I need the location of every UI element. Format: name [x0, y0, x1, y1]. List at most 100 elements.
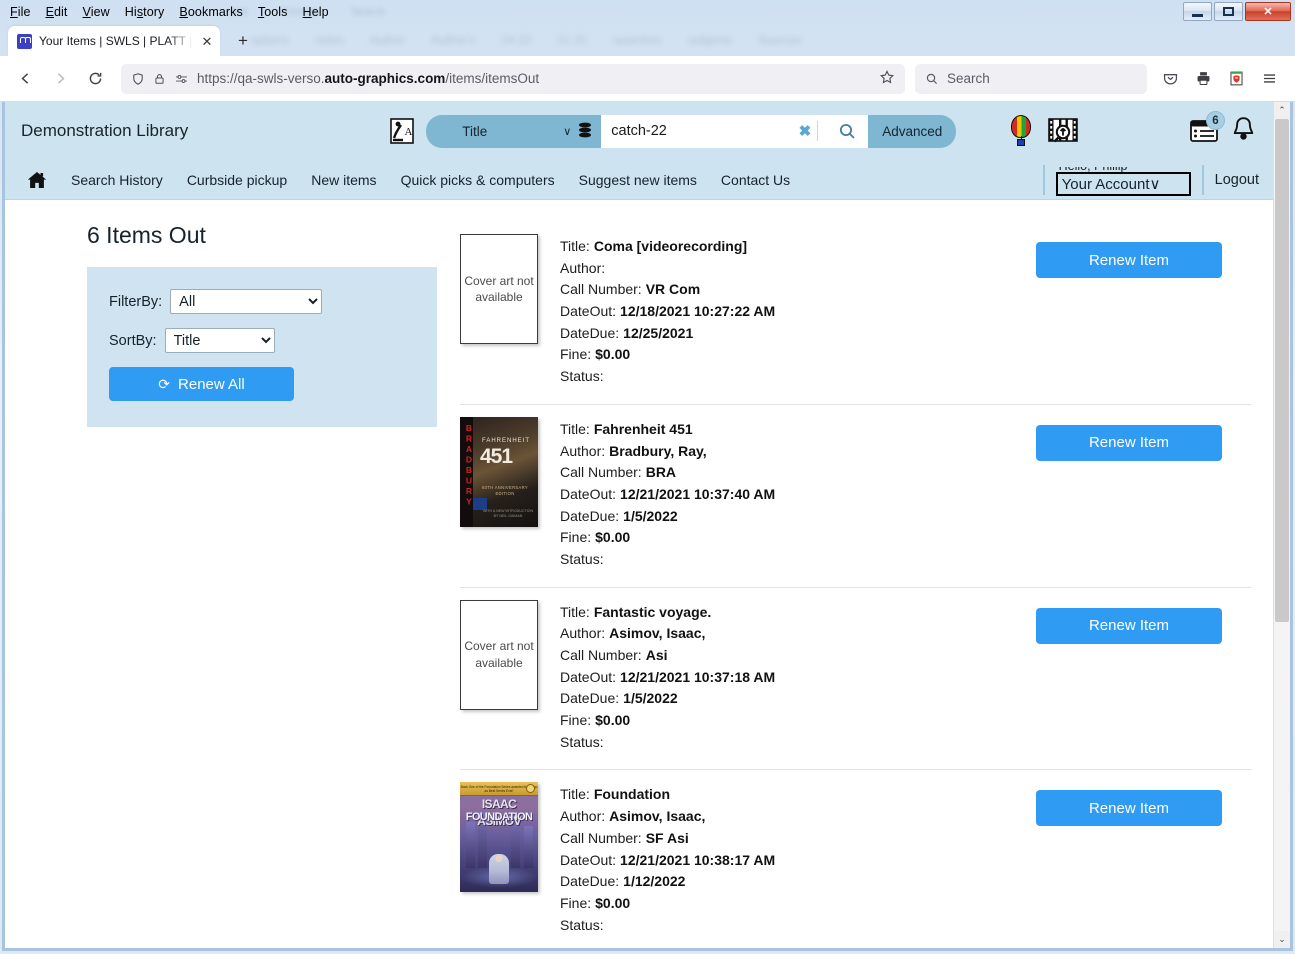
item-fine: $0.00 [595, 712, 631, 729]
item-title-row: Title: Coma [videorecording] [560, 238, 748, 254]
item-details: Title: Fahrenheit 451 Author: Bradbury, Ra… [560, 417, 1014, 571]
table-row: Book One of the Foundation Series awarde… [460, 770, 1251, 948]
library-page: Demonstration Library A Title ∨ catch-22… [5, 102, 1273, 948]
tab-close-icon[interactable]: ✕ [200, 35, 214, 48]
renew-all-button[interactable]: ⟳ Renew All [109, 367, 294, 401]
logout-link[interactable]: Logout [1215, 172, 1259, 188]
search-submit-button[interactable] [826, 114, 869, 148]
tab-strip: options notes Author Author's 24.22 21.31 sear… [0, 24, 1295, 56]
item-dateout-row: DateOut: 12/18/2021 10:27:22 AM [560, 303, 776, 320]
adblock-icon[interactable] [1221, 63, 1252, 94]
item-call-number: VR Com [645, 281, 701, 298]
site-header: Demonstration Library A Title ∨ catch-22… [5, 102, 1273, 200]
renew-all-label: Renew All [178, 375, 245, 393]
permissions-icon [176, 74, 187, 83]
scroll-down-arrow-icon[interactable]: ⌄ [1274, 931, 1290, 948]
item-author: Asimov, Isaac, [609, 625, 706, 642]
cover-placeholder: Cover art not available [460, 234, 538, 344]
hot-air-balloon-icon[interactable] [1010, 115, 1032, 147]
search-input[interactable]: catch-22 [611, 123, 792, 139]
nav-link-new-items[interactable]: New items [311, 172, 376, 188]
item-fine-row: Fine: $0.00 [560, 346, 631, 363]
notification-bell-icon[interactable] [1230, 115, 1257, 148]
item-title: Foundation [593, 786, 671, 803]
item-author-row: Author: Asimov, Isaac, [560, 625, 706, 642]
menu-bookmarks[interactable]: Bookmarks [179, 5, 242, 19]
url-bar[interactable]: https://qa-swls-verso.auto-graphics.com/… [121, 63, 905, 94]
renew-item-button[interactable]: Renew Item [1036, 424, 1222, 461]
menu-view[interactable]: View [83, 5, 110, 19]
your-account-button[interactable]: Your Account ∨ [1055, 172, 1191, 196]
item-callnumber-row: Call Number: BRA [560, 464, 677, 481]
menu-tools[interactable]: Tools [258, 5, 288, 19]
sort-by-label: SortBy: [109, 332, 157, 349]
browser-toolbar-icons [1155, 63, 1285, 94]
item-title-row: Title: Fantastic voyage. [560, 603, 712, 620]
titlebar-background-ghost: text Format Search [230, 6, 386, 18]
browser-search-box[interactable]: Search [915, 63, 1147, 94]
scrollbar-thumb[interactable] [1275, 119, 1289, 623]
item-date-due: 1/12/2022 [623, 873, 686, 890]
menu-help[interactable]: Help [303, 5, 329, 19]
tabstrip-background-ghost: options notes Author Author's 24.22 21.31 sear… [250, 33, 802, 47]
filter-by-row: FilterBy: All [109, 289, 437, 314]
cover-placeholder: Cover art not available [460, 599, 538, 710]
sort-by-select[interactable]: Title [164, 328, 275, 353]
nav-link-search-history[interactable]: Search History [71, 172, 163, 188]
forward-button[interactable] [45, 63, 76, 94]
item-date-due: 12/25/2021 [623, 324, 694, 341]
item-date-out: 12/18/2021 10:27:22 AM [620, 303, 776, 320]
back-button[interactable] [10, 63, 41, 94]
filter-by-select[interactable]: All [170, 289, 323, 314]
magnifier-icon [839, 123, 855, 139]
item-date-out: 12/21/2021 10:38:17 AM [620, 851, 776, 868]
nav-link-curbside-pickup[interactable]: Curbside pickup [187, 172, 287, 188]
chevron-down-icon: ∨ [563, 125, 572, 138]
nav-link-contact-us[interactable]: Contact Us [721, 172, 790, 188]
nav-link-suggest-new-items[interactable]: Suggest new items [579, 172, 697, 188]
item-status-row: Status: [560, 733, 604, 750]
item-datedue-row: DateDue: 1/12/2022 [560, 873, 686, 890]
reload-button[interactable] [80, 63, 111, 94]
home-icon[interactable] [27, 171, 47, 189]
renew-item-button[interactable]: Renew Item [1036, 790, 1222, 827]
site-navigation: Search History Curbside pickup New items… [5, 160, 1273, 199]
browser-navigation-bar: https://qa-swls-verso.auto-graphics.com/… [0, 56, 1295, 102]
close-window-button[interactable]: ✕ [1245, 2, 1291, 21]
chevron-down-icon: ∨ [1149, 176, 1161, 193]
clear-search-icon[interactable]: ✖ [799, 122, 812, 140]
my-lists-icon[interactable]: 6 [1190, 111, 1225, 143]
cover-image-fahrenheit-451: BRADBURY FAHRENHEIT 451 60TH ANNIVERSARY… [460, 416, 538, 527]
nav-link-quick-picks[interactable]: Quick picks & computers [401, 172, 555, 188]
menu-edit[interactable]: Edit [46, 5, 68, 19]
scroll-up-arrow-icon[interactable]: ⌃ [1274, 102, 1290, 119]
main-content: 6 Items Out FilterBy: All SortBy: Title [5, 200, 1273, 948]
page-scrollbar[interactable]: ⌃ ⌄ [1273, 102, 1290, 948]
menu-file[interactable]: File [10, 5, 31, 19]
cover-image-foundation: Book One of the Foundation Series awarde… [460, 782, 538, 893]
renew-item-button[interactable]: Renew Item [1036, 242, 1222, 278]
refresh-icon: ⟳ [158, 375, 171, 392]
hamburger-menu-icon[interactable] [1254, 63, 1285, 94]
item-author-row: Author: Asimov, Isaac, [560, 808, 706, 825]
print-icon[interactable] [1188, 63, 1219, 94]
renew-item-button[interactable]: Renew Item [1036, 607, 1222, 644]
item-date-due: 1/5/2022 [623, 690, 678, 707]
cover-sub2-text: WITH A NEW INTRODUCTION BY NEIL GAIMAN [482, 509, 534, 518]
search-input-wrapper[interactable]: catch-22 ✖ [601, 114, 827, 148]
page-title: 6 Items Out [87, 222, 206, 248]
account-menu-wrapper: Hello, Phillip Your Account ∨ [1055, 160, 1191, 199]
item-status-row: Status: [560, 916, 604, 933]
item-call-number: SF Asi [645, 829, 689, 846]
menu-history[interactable]: History [125, 5, 165, 19]
advanced-search-button[interactable]: Advanced [868, 114, 957, 148]
film-search-icon[interactable] [1048, 117, 1079, 145]
browser-tab[interactable]: Your Items | SWLS | PLATT | Aut ✕ [8, 26, 220, 56]
pocket-icon[interactable] [1155, 63, 1186, 94]
new-tab-button[interactable]: + [230, 28, 256, 54]
minimize-button[interactable] [1183, 2, 1212, 21]
scrollbar-track[interactable] [1274, 119, 1290, 931]
bookmark-star-icon[interactable] [879, 69, 895, 89]
search-type-select[interactable]: Title ∨ [426, 114, 602, 148]
restore-button[interactable] [1214, 2, 1243, 21]
